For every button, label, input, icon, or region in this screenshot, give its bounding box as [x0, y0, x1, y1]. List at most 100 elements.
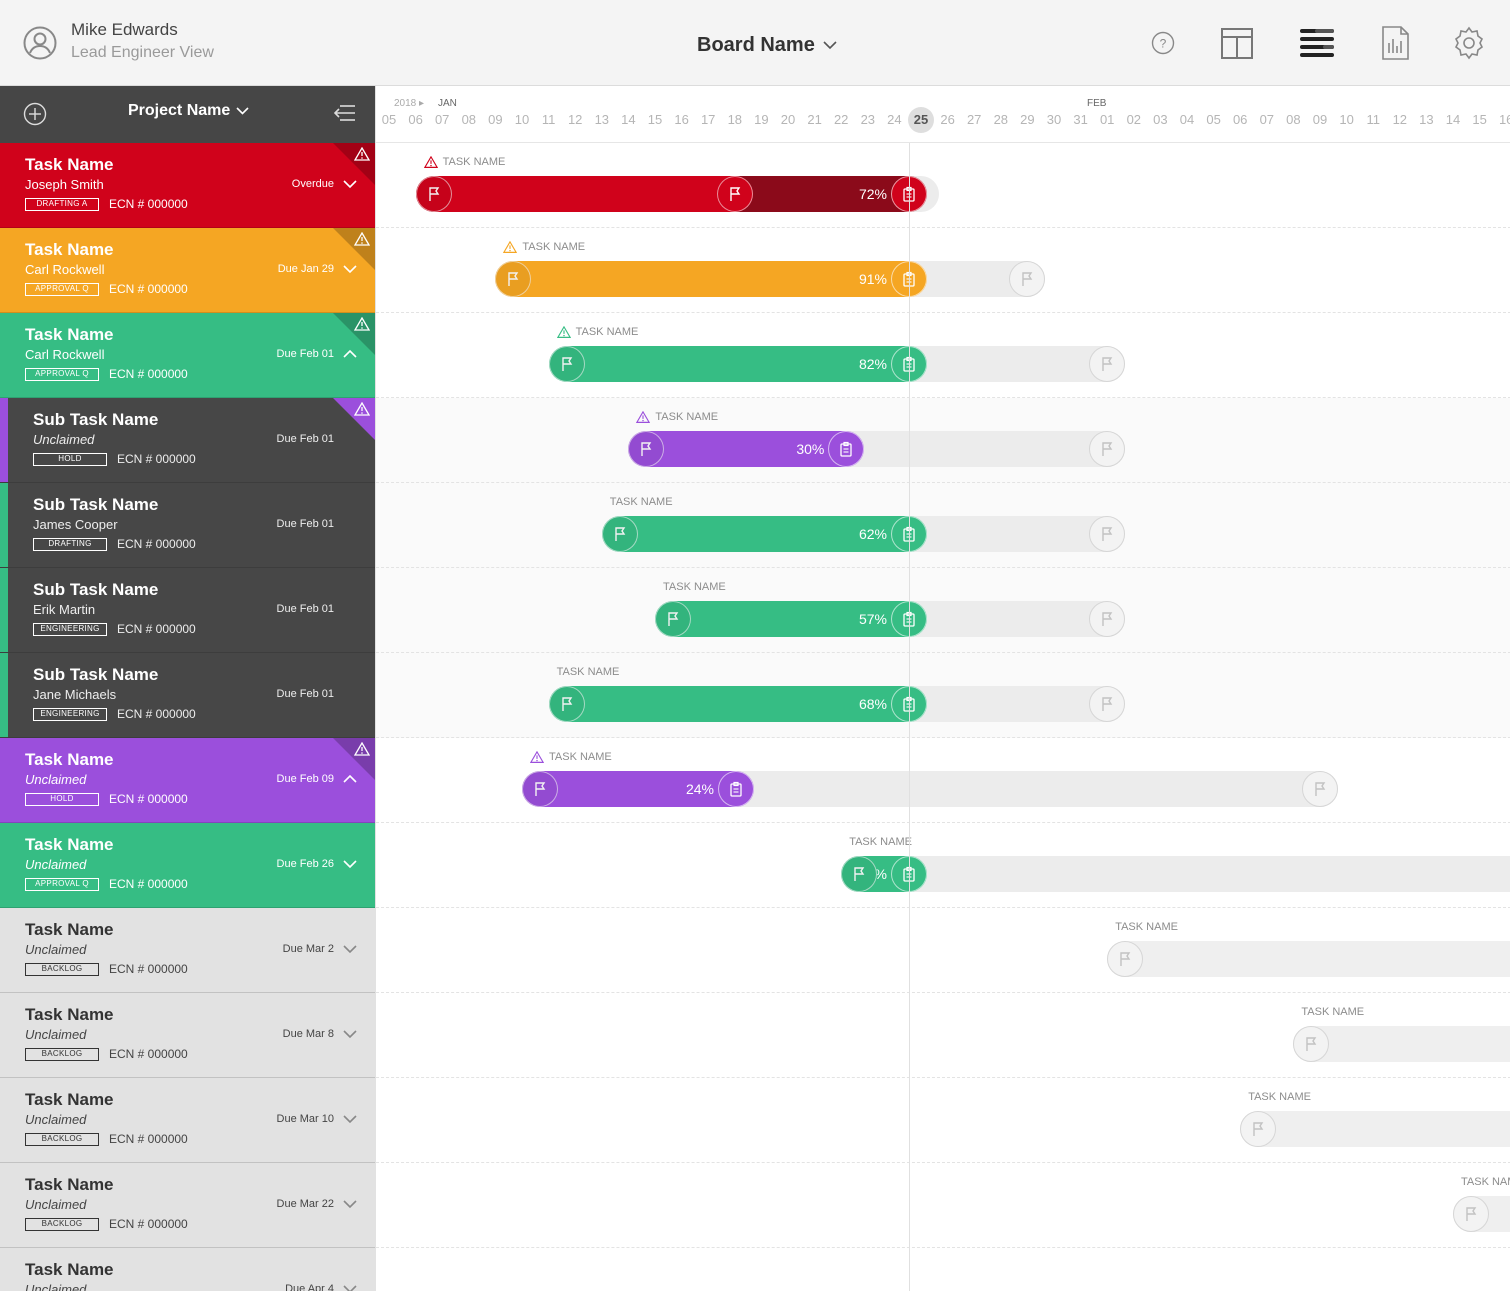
milestone-flag-icon[interactable] [716, 176, 753, 212]
warning-triangle-icon[interactable] [353, 401, 371, 416]
timeline-day[interactable]: 09 [1307, 112, 1333, 128]
timeline-day[interactable]: 20 [775, 112, 801, 128]
timeline-day[interactable]: 15 [1467, 112, 1493, 128]
timeline-day[interactable]: 17 [695, 112, 721, 128]
warning-triangle-icon[interactable] [353, 741, 371, 756]
chevron-up-icon[interactable] [343, 774, 357, 784]
task-row[interactable]: Task Name Unclaimed BACKLOG ECN # 000000 Due… [0, 993, 375, 1078]
layout-view-icon[interactable] [1218, 24, 1256, 62]
start-flag-icon[interactable] [1453, 1196, 1489, 1232]
timeline-day[interactable]: 22 [828, 112, 854, 128]
collapse-panel-icon[interactable] [332, 102, 356, 124]
timeline-day[interactable]: 06 [1227, 112, 1253, 128]
timeline-day[interactable]: 09 [482, 112, 508, 128]
warning-triangle-icon[interactable] [353, 231, 371, 246]
warning-triangle-icon[interactable] [353, 316, 371, 331]
timeline-day[interactable]: 14 [615, 112, 641, 128]
task-row[interactable]: Task Name Joseph Smith DRAFTING A ECN # 000… [0, 143, 375, 228]
timeline-day[interactable]: 08 [1280, 112, 1306, 128]
timeline-day[interactable]: 10 [1334, 112, 1360, 128]
task-row[interactable]: Task Name Unclaimed BACKLOG ECN # 000000 Due… [0, 1078, 375, 1163]
timeline-day[interactable]: 13 [1413, 112, 1439, 128]
timeline-day[interactable]: 14 [1440, 112, 1466, 128]
chevron-down-icon[interactable] [343, 944, 357, 954]
task-row[interactable]: Task Name Unclaimed BACKLOG ECN # 000000 Due… [0, 1163, 375, 1248]
start-flag-icon[interactable] [548, 686, 585, 722]
timeline-day[interactable]: 23 [855, 112, 881, 128]
chevron-down-icon[interactable] [343, 1114, 357, 1124]
timeline-day[interactable]: 01 [1094, 112, 1120, 128]
report-icon[interactable] [1376, 24, 1414, 62]
board-selector[interactable]: Board Name [697, 34, 837, 57]
start-flag-icon[interactable] [655, 601, 691, 637]
due-flag-icon[interactable] [1089, 601, 1126, 637]
due-flag-icon[interactable] [1089, 431, 1126, 467]
help-icon[interactable]: ? [1144, 24, 1182, 62]
timeline-day[interactable]: 21 [802, 112, 828, 128]
due-flag-icon[interactable] [1009, 261, 1046, 297]
chevron-down-icon[interactable] [343, 859, 357, 869]
task-row[interactable]: Task Name Unclaimed HOLD ECN # 000000 Due Fe… [0, 738, 375, 823]
timeline-day[interactable]: 19 [748, 112, 774, 128]
timeline-day[interactable]: 10 [509, 112, 535, 128]
due-flag-icon[interactable] [1302, 771, 1338, 807]
task-row[interactable]: Task Name Carl Rockwell APPROVAL Q ECN # 00… [0, 228, 375, 313]
timeline-day[interactable]: 04 [1174, 112, 1200, 128]
timeline-day[interactable]: 07 [429, 112, 455, 128]
timeline-day[interactable]: 02 [1121, 112, 1147, 128]
timeline-day[interactable]: 27 [961, 112, 987, 128]
timeline-day[interactable]: 03 [1147, 112, 1173, 128]
start-flag-icon[interactable] [415, 176, 452, 212]
timeline-day-today[interactable]: 25 [908, 107, 934, 133]
start-flag-icon[interactable] [1240, 1111, 1277, 1147]
timeline-day[interactable]: 06 [403, 112, 429, 128]
timeline-day[interactable]: 13 [589, 112, 615, 128]
timeline-day[interactable]: 16 [669, 112, 695, 128]
subtask-row[interactable]: Sub Task Name Unclaimed HOLD ECN # 000000 Du… [0, 398, 375, 483]
chevron-up-icon[interactable] [343, 349, 357, 359]
subtask-row[interactable]: Sub Task Name Erik Martin ENGINEERING ECN #… [0, 568, 375, 653]
start-flag-icon[interactable] [548, 346, 585, 382]
timeline-day[interactable]: 12 [1387, 112, 1413, 128]
timeline-day[interactable]: 08 [456, 112, 482, 128]
chevron-down-icon[interactable] [343, 264, 357, 274]
timeline-day[interactable]: 30 [1041, 112, 1067, 128]
add-task-plus-icon[interactable] [23, 102, 47, 126]
task-row[interactable]: Task Name Carl Rockwell APPROVAL Q ECN # 00… [0, 313, 375, 398]
due-flag-icon[interactable] [1089, 686, 1126, 722]
gantt-view-icon[interactable] [1297, 24, 1337, 62]
timeline-day[interactable]: 11 [1360, 112, 1386, 128]
timeline-day[interactable]: 05 [376, 112, 402, 128]
timeline-day[interactable]: 31 [1068, 112, 1094, 128]
start-flag-icon[interactable] [841, 856, 878, 892]
timeline-day[interactable]: 11 [536, 112, 562, 128]
due-flag-icon[interactable] [1089, 346, 1126, 382]
timeline-day[interactable]: 24 [881, 112, 907, 128]
timeline-day[interactable]: 15 [642, 112, 668, 128]
clipboard-icon[interactable] [718, 771, 754, 807]
timeline-day[interactable]: 05 [1201, 112, 1227, 128]
warning-triangle-icon[interactable] [353, 146, 371, 161]
timeline-day[interactable]: 26 [935, 112, 961, 128]
timeline-day[interactable]: 07 [1254, 112, 1280, 128]
task-row[interactable]: Task Name Unclaimed BACKLOG ECN # 000000 Due… [0, 908, 375, 993]
timeline-day[interactable]: 18 [722, 112, 748, 128]
task-row[interactable]: Task Name Unclaimed APPROVAL Q ECN # 000000… [0, 823, 375, 908]
chevron-down-icon[interactable] [343, 179, 357, 189]
subtask-row[interactable]: Sub Task Name Jane Michaels ENGINEERING ECN… [0, 653, 375, 738]
due-flag-icon[interactable] [1089, 516, 1126, 552]
start-flag-icon[interactable] [522, 771, 558, 807]
start-flag-icon[interactable] [601, 516, 638, 552]
start-flag-icon[interactable] [1107, 941, 1144, 977]
settings-gear-icon[interactable] [1450, 24, 1488, 62]
timeline-day[interactable]: 29 [1014, 112, 1040, 128]
timeline-day[interactable]: 12 [562, 112, 588, 128]
timeline-day[interactable]: 16 [1493, 112, 1510, 128]
timeline-day[interactable]: 28 [988, 112, 1014, 128]
subtask-row[interactable]: Sub Task Name James Cooper DRAFTING ECN # 0… [0, 483, 375, 568]
project-selector[interactable]: Project Name [128, 102, 249, 120]
chevron-down-icon[interactable] [343, 1284, 357, 1291]
chevron-down-icon[interactable] [343, 1199, 357, 1209]
user-avatar-icon[interactable] [23, 26, 57, 60]
chevron-down-icon[interactable] [343, 1029, 357, 1039]
